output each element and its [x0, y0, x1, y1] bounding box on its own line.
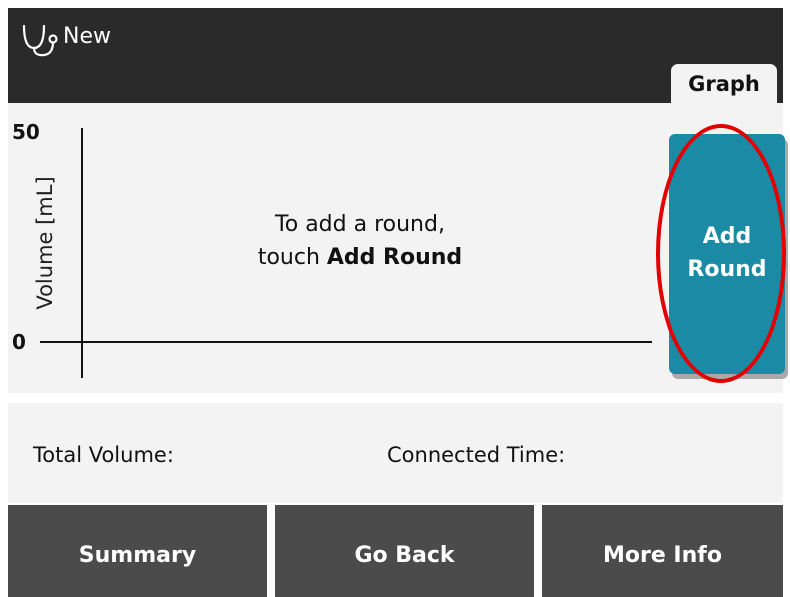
hint-line-2-prefix: touch	[257, 245, 327, 270]
hint-line-2: touch Add Round	[205, 241, 515, 274]
go-back-button[interactable]: Go Back	[275, 505, 534, 597]
y-axis-max-label: 50	[12, 120, 40, 144]
tab-graph[interactable]: Graph	[671, 64, 777, 103]
connected-time-label: Connected Time:	[387, 443, 566, 467]
more-info-button[interactable]: More Info	[542, 505, 783, 597]
page-title: New	[63, 24, 111, 49]
app-header: New	[8, 8, 783, 103]
hint-line-1: To add a round,	[275, 212, 445, 237]
summary-button[interactable]: Summary	[8, 505, 267, 597]
add-round-label-line-2: Round	[687, 257, 767, 282]
y-axis-min-label: 0	[12, 330, 26, 354]
total-volume-label: Total Volume:	[33, 443, 174, 467]
x-axis-line	[40, 341, 652, 343]
hint-line-2-bold: Add Round	[326, 245, 463, 270]
add-round-label-line-1: Add	[702, 224, 752, 249]
app-screen: New Graph 50 0 Volume [mL] To add a roun…	[0, 0, 790, 597]
add-round-button[interactable]: Add Round	[669, 134, 785, 374]
stethoscope-icon	[20, 20, 60, 60]
y-axis-title: Volume [mL]	[33, 176, 57, 310]
graph-empty-hint: To add a round, touch Add Round	[205, 208, 515, 274]
